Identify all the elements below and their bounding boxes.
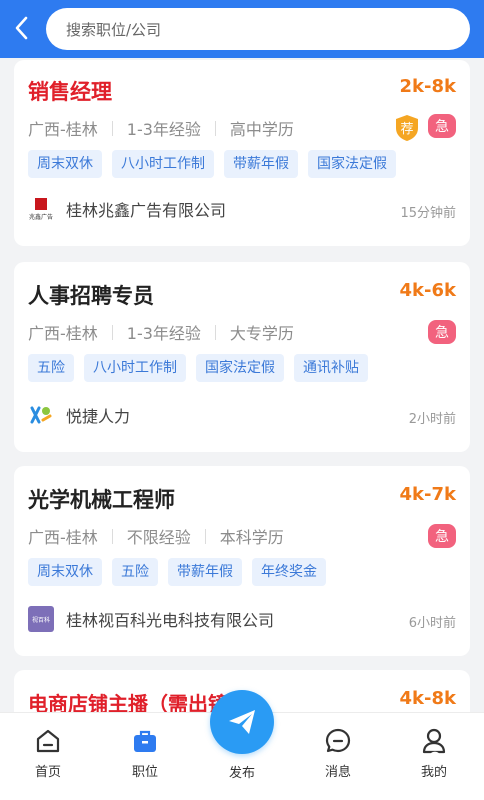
recommend-badge: 荐	[394, 114, 420, 142]
tab-jobs-label: 职位	[131, 765, 158, 780]
search-placeholder: 搜索职位/公司	[66, 20, 162, 39]
tab-messages[interactable]: 消息	[308, 727, 368, 780]
chevron-left-icon	[15, 16, 28, 40]
job-location: 广西-桂林	[28, 120, 98, 139]
home-icon	[36, 729, 60, 753]
divider	[111, 324, 113, 340]
job-experience: 1-3年经验	[126, 324, 201, 343]
job-card[interactable]: 销售经理 2k-8k 广西-桂林 1-3年经验 高中学历 荐 急 周末双休 八小…	[14, 60, 470, 246]
job-title: 销售经理	[28, 80, 112, 104]
job-education: 本科学历	[219, 528, 284, 547]
back-button[interactable]	[6, 10, 36, 46]
job-tag: 年终奖金	[252, 558, 326, 586]
company-logo-text: 视百科	[32, 616, 50, 624]
tab-home[interactable]: 首页	[18, 727, 78, 780]
job-salary: 2k-8k	[399, 76, 456, 97]
job-tag: 国家法定假	[196, 354, 284, 382]
company-name: 桂林视百科光电科技有限公司	[66, 611, 275, 630]
job-location: 广西-桂林	[28, 324, 98, 343]
tab-messages-label: 消息	[324, 765, 351, 780]
job-badges: 荐 急	[394, 114, 456, 142]
top-bar: 搜索职位/公司	[0, 0, 484, 58]
urgent-badge: 急	[428, 114, 456, 138]
company-info: 兆鑫广告 桂林兆鑫广告有限公司	[28, 196, 226, 222]
paper-plane-icon	[229, 710, 255, 734]
divider	[214, 324, 216, 340]
company-logo: 视百科	[28, 606, 54, 632]
company-info: 视百科 桂林视百科光电科技有限公司	[28, 606, 274, 632]
job-education: 高中学历	[229, 120, 294, 139]
company-name: 桂林兆鑫广告有限公司	[66, 201, 227, 220]
company-name: 悦捷人力	[66, 407, 131, 426]
job-experience: 1-3年经验	[126, 120, 201, 139]
job-tags: 周末双休 八小时工作制 带薪年假 国家法定假	[28, 150, 396, 178]
job-salary: 4k-8k	[399, 688, 456, 709]
job-tag: 周末双休	[28, 558, 102, 586]
urgent-badge: 急	[428, 320, 456, 344]
post-time: 2小时前	[408, 412, 456, 427]
company-logo-text: 兆鑫广告	[29, 213, 53, 221]
job-card[interactable]: 人事招聘专员 4k-6k 广西-桂林 1-3年经验 大专学历 急 五险 八小时工…	[14, 262, 470, 452]
job-experience: 不限经验	[126, 528, 191, 547]
job-meta: 广西-桂林 不限经验 本科学历	[28, 524, 284, 548]
tab-jobs[interactable]: 职位	[115, 727, 175, 780]
job-tag: 五险	[28, 354, 74, 382]
message-icon	[325, 728, 351, 753]
divider	[111, 528, 113, 544]
job-badges: 急	[428, 524, 456, 548]
job-salary: 4k-6k	[399, 280, 456, 301]
company-logo	[28, 402, 54, 428]
job-tag: 国家法定假	[308, 150, 396, 178]
job-tag: 带薪年假	[168, 558, 242, 586]
divider	[111, 120, 113, 136]
publish-label: 发布	[228, 766, 255, 781]
recommend-badge-text: 荐	[400, 122, 413, 137]
divider	[214, 120, 216, 136]
post-time: 6小时前	[408, 616, 456, 631]
tab-home-label: 首页	[34, 765, 61, 780]
job-location: 广西-桂林	[28, 528, 98, 547]
company-logo: 兆鑫广告	[28, 196, 54, 222]
search-input[interactable]: 搜索职位/公司	[46, 8, 470, 50]
job-tag: 八小时工作制	[112, 150, 214, 178]
job-badges: 急	[428, 320, 456, 344]
job-tags: 周末双休 五险 带薪年假 年终奖金	[28, 558, 326, 586]
briefcase-icon	[134, 730, 156, 752]
job-tags: 五险 八小时工作制 国家法定假 通讯补贴	[28, 354, 368, 382]
job-salary: 4k-7k	[399, 484, 456, 505]
job-tag: 五险	[112, 558, 158, 586]
job-card[interactable]: 光学机械工程师 4k-7k 广西-桂林 不限经验 本科学历 急 周末双休 五险 …	[14, 466, 470, 656]
urgent-badge: 急	[428, 524, 456, 548]
watermark: 962	[428, 748, 470, 772]
divider	[204, 528, 206, 544]
company-info: 悦捷人力	[28, 402, 130, 428]
job-education: 大专学历	[229, 324, 294, 343]
job-tag: 带薪年假	[224, 150, 298, 178]
job-title: 人事招聘专员	[28, 284, 154, 308]
post-time: 15分钟前	[400, 206, 456, 221]
job-meta: 广西-桂林 1-3年经验 高中学历	[28, 116, 294, 140]
job-tag: 周末双休	[28, 150, 102, 178]
job-tag: 通讯补贴	[294, 354, 368, 382]
job-tag: 八小时工作制	[84, 354, 186, 382]
job-title: 光学机械工程师	[28, 488, 175, 512]
job-meta: 广西-桂林 1-3年经验 大专学历	[28, 320, 294, 344]
publish-button[interactable]	[210, 690, 274, 754]
